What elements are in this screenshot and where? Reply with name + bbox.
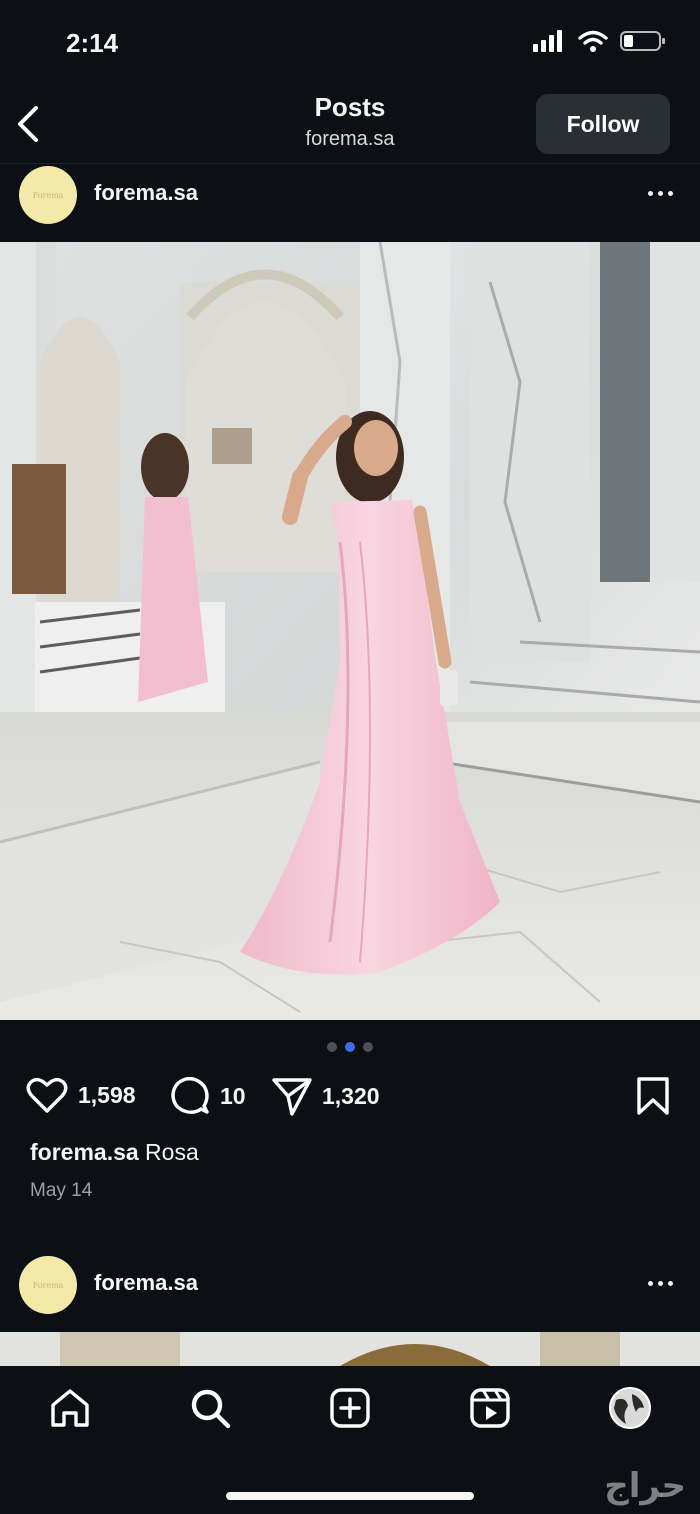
watermark: حراج	[604, 1466, 686, 1506]
profile-icon	[609, 1387, 651, 1429]
comment-count: 10	[220, 1082, 246, 1109]
comment-button[interactable]: 10	[170, 1076, 246, 1116]
home-icon	[51, 1389, 89, 1427]
carousel-dot	[327, 1042, 337, 1052]
signal-icon	[533, 30, 562, 52]
status-time: 2:14	[66, 28, 119, 58]
status-icons	[532, 30, 666, 52]
caption-text: Rosa	[138, 1139, 199, 1165]
battery-icon	[620, 31, 665, 51]
post-date: May 14	[30, 1180, 93, 1201]
nav-search[interactable]	[188, 1386, 232, 1430]
heart-icon	[26, 1077, 68, 1113]
caption-username[interactable]: forema.sa	[30, 1139, 139, 1165]
wifi-icon	[578, 30, 608, 52]
carousel-indicator	[0, 1042, 700, 1052]
carousel-dot-active	[345, 1042, 355, 1052]
avatar-logo-text: Forema	[32, 190, 64, 200]
like-count: 1,598	[78, 1081, 136, 1108]
post-caption: forema.sa Rosa	[30, 1139, 199, 1166]
share-button[interactable]: 1,320	[272, 1076, 380, 1116]
nav-home[interactable]	[48, 1386, 92, 1430]
create-icon	[330, 1388, 370, 1428]
nav-create[interactable]	[328, 1386, 372, 1430]
more-options-button[interactable]	[640, 183, 680, 203]
nav-reels[interactable]	[468, 1386, 512, 1430]
avatar[interactable]: Forema	[19, 166, 77, 224]
next-post-username[interactable]: forema.sa	[94, 1270, 198, 1296]
like-button[interactable]: 1,598	[26, 1076, 136, 1114]
follow-button[interactable]: Follow	[536, 94, 670, 154]
avatar[interactable]: Forema	[19, 1256, 77, 1314]
search-icon	[191, 1389, 231, 1429]
home-indicator	[226, 1492, 474, 1500]
next-post-photo[interactable]	[0, 1332, 700, 1366]
reels-icon	[470, 1388, 510, 1428]
send-icon	[272, 1078, 312, 1116]
post-photo[interactable]	[0, 242, 700, 1020]
bookmark-icon	[637, 1077, 669, 1115]
carousel-dot	[363, 1042, 373, 1052]
more-options-button[interactable]	[640, 1273, 680, 1293]
avatar-logo-text: Forema	[32, 1280, 64, 1290]
nav-profile[interactable]	[608, 1386, 652, 1430]
share-count: 1,320	[322, 1082, 380, 1109]
save-button[interactable]	[636, 1076, 670, 1116]
comment-icon	[171, 1076, 209, 1114]
header-divider	[0, 163, 700, 164]
post-username[interactable]: forema.sa	[94, 180, 198, 206]
